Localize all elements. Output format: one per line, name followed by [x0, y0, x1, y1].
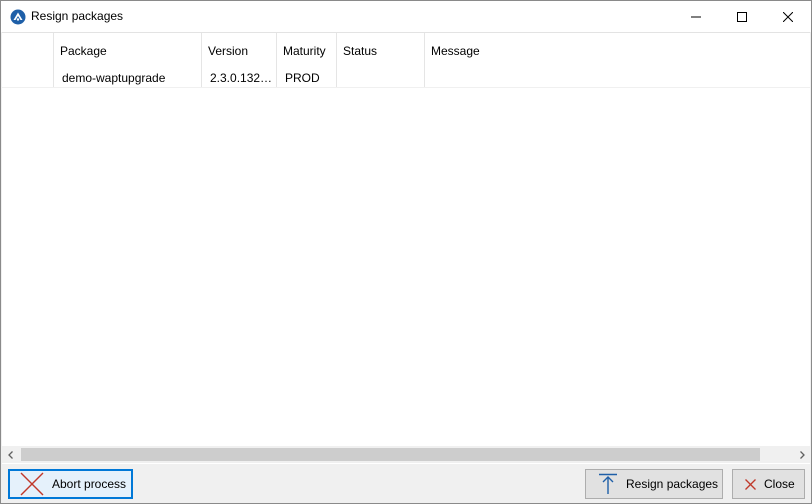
maximize-icon	[737, 11, 747, 22]
minimize-icon	[691, 12, 701, 22]
cell-status	[337, 67, 424, 87]
title-bar[interactable]: Resign packages	[1, 1, 811, 32]
window-title: Resign packages	[31, 9, 124, 23]
scrollbar-thumb[interactable]	[21, 448, 760, 461]
cross-icon	[20, 472, 44, 496]
close-button[interactable]: Close	[732, 469, 805, 499]
scroll-left-button[interactable]	[2, 446, 19, 463]
abort-process-label: Abort process	[52, 477, 127, 491]
bottom-button-bar: Abort process Resign packages Close	[1, 464, 811, 503]
resign-packages-window: Resign packages Package Version Maturity	[0, 0, 812, 504]
chevron-right-icon	[798, 448, 806, 462]
resign-packages-button[interactable]: Resign packages	[585, 469, 723, 499]
horizontal-scrollbar[interactable]	[2, 446, 810, 463]
close-icon	[783, 11, 793, 22]
scroll-right-button[interactable]	[793, 446, 810, 463]
column-header-maturity[interactable]: Maturity	[277, 33, 336, 67]
cell-maturity: PROD	[285, 71, 320, 85]
arrow-up-icon	[598, 473, 618, 495]
close-label: Close	[764, 477, 795, 491]
grid-header: Package Version Maturity Status Message	[2, 33, 810, 87]
close-icon	[745, 478, 756, 490]
resign-packages-label: Resign packages	[626, 477, 719, 491]
abort-process-button[interactable]: Abort process	[8, 469, 133, 499]
cell-package: demo-waptupgrade	[62, 71, 166, 85]
column-header-package[interactable]: Package	[54, 33, 201, 67]
maximize-button[interactable]	[719, 1, 765, 32]
column-header-version[interactable]: Version	[202, 33, 276, 67]
window-close-button[interactable]	[765, 1, 811, 32]
cell-version: 2.3.0.1320...	[210, 71, 276, 85]
table-row[interactable]: demo-waptupgrade 2.3.0.1320... PROD	[2, 67, 810, 88]
cell-message	[425, 67, 625, 87]
column-header-message[interactable]: Message	[425, 33, 625, 67]
column-header-status[interactable]: Status	[337, 33, 424, 67]
chevron-left-icon	[7, 448, 15, 462]
wapt-logo-icon	[10, 9, 26, 25]
packages-grid[interactable]: Package Version Maturity Status Message …	[2, 32, 810, 464]
minimize-button[interactable]	[673, 1, 719, 32]
